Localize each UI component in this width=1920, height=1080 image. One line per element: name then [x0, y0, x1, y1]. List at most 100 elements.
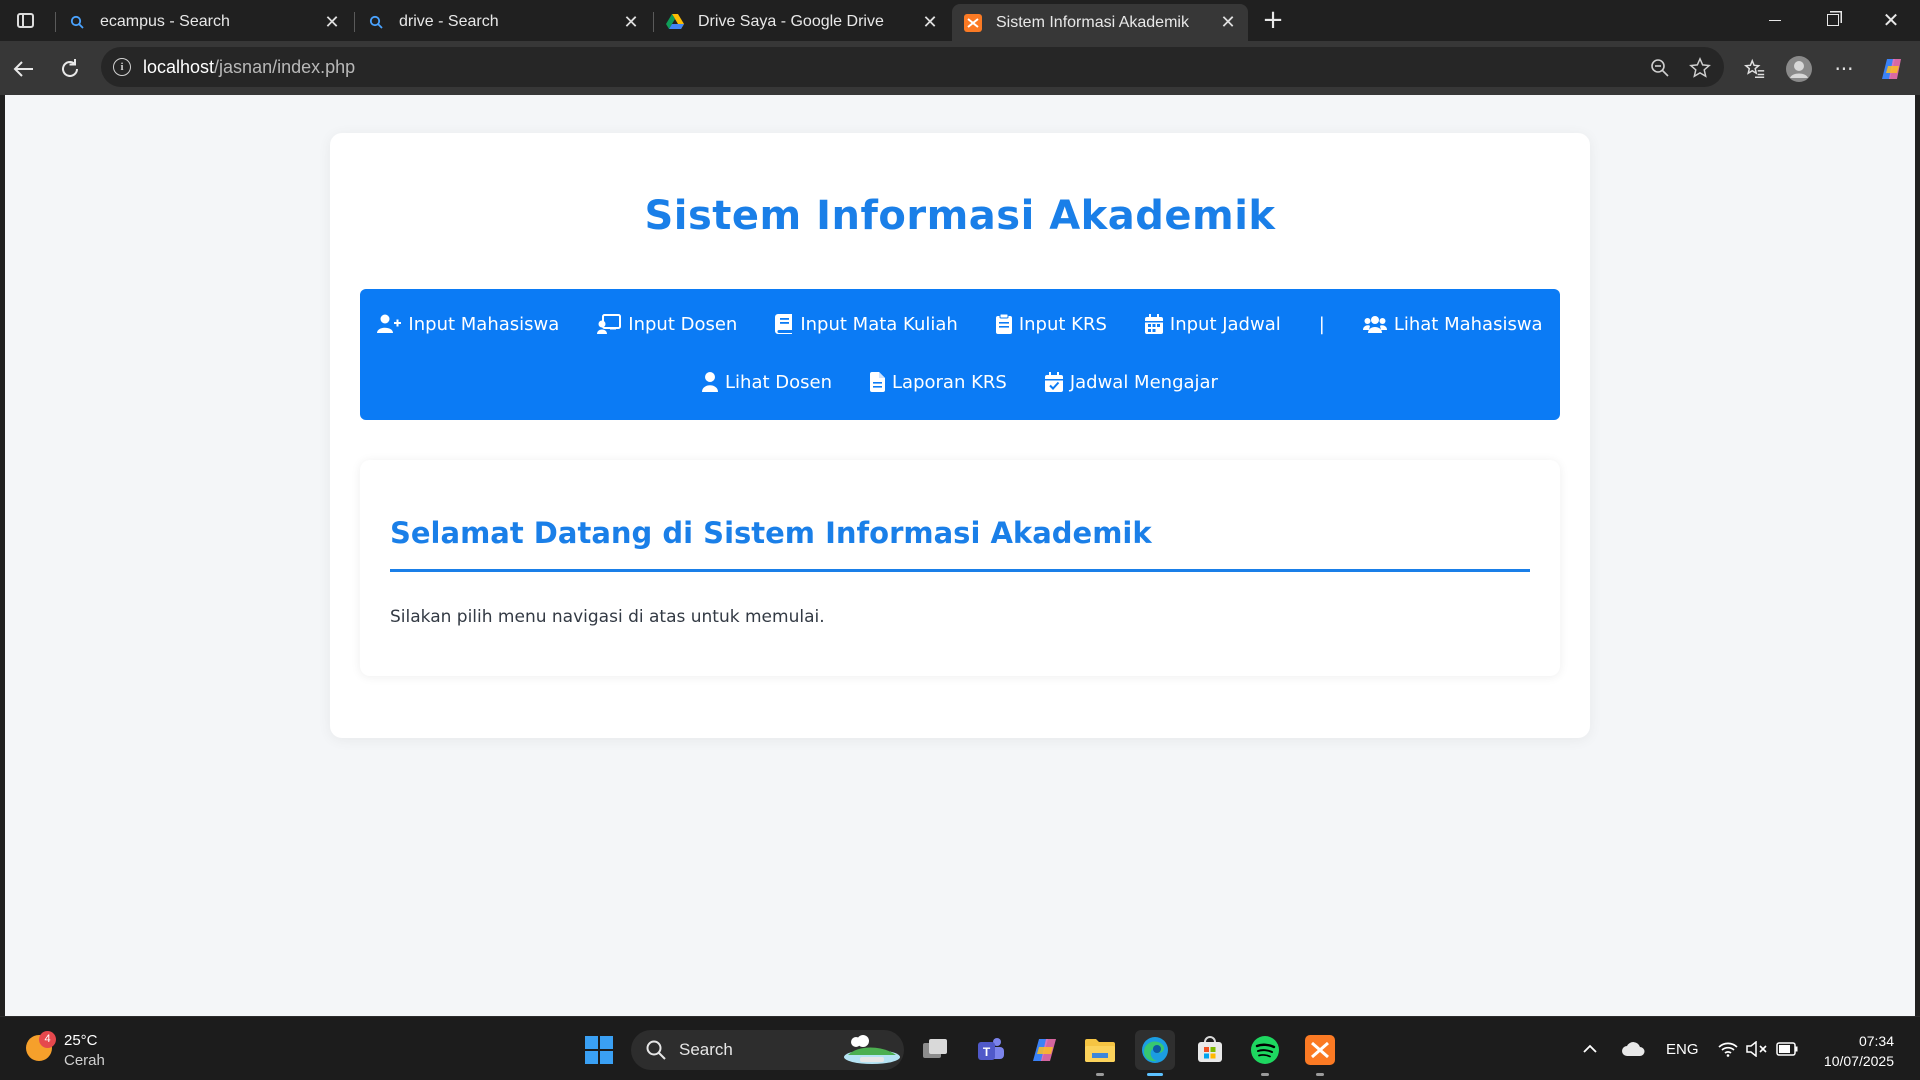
show-hidden-icons-button[interactable]	[1582, 1017, 1598, 1080]
windows-taskbar: 4 25°C Cerah Search T ENG 07:34 10/07/20…	[0, 1016, 1920, 1080]
user-icon	[702, 372, 719, 392]
browser-tab-strip: ecampus - Search ✕ drive - Search ✕ Driv…	[0, 0, 1920, 41]
copilot-button[interactable]	[1876, 53, 1908, 85]
onedrive-button[interactable]	[1621, 1017, 1645, 1080]
file-explorer-button[interactable]	[1080, 1030, 1120, 1076]
nav-lihat-mahasiswa[interactable]: Lihat Mahasiswa	[1362, 314, 1543, 335]
close-window-button[interactable]: ✕	[1862, 0, 1920, 40]
close-icon: ✕	[1882, 8, 1900, 32]
welcome-text: Silakan pilih menu navigasi di atas untu…	[390, 607, 825, 627]
back-button[interactable]	[8, 53, 40, 85]
search-icon	[646, 1040, 666, 1060]
calendar-check-icon	[1044, 372, 1063, 392]
language-indicator[interactable]: ENG	[1666, 1017, 1699, 1080]
sidebar-toggle-icon	[16, 12, 34, 28]
xampp-icon	[964, 13, 982, 32]
address-bar[interactable]: i localhost/jasnan/index.php	[101, 47, 1724, 87]
edge-browser-icon	[1142, 1037, 1168, 1063]
nav-input-mata-kuliah[interactable]: Input Mata Kuliah	[775, 313, 958, 335]
menu-row-2: Lihat Dosen Laporan KRS Jadwal Mengajar	[360, 367, 1560, 397]
copilot-taskbar-button[interactable]	[1025, 1030, 1065, 1070]
taskbar-search-box[interactable]: Search	[631, 1030, 904, 1070]
nav-laporan-krs[interactable]: Laporan KRS	[870, 372, 1007, 393]
copilot-icon	[1882, 59, 1901, 79]
edge-button[interactable]	[1135, 1030, 1175, 1076]
browser-tab-4-active[interactable]: Sistem Informasi Akademik ✕	[952, 4, 1248, 41]
nav-input-jadwal[interactable]: Input Jadwal	[1144, 314, 1281, 335]
nav-input-mahasiswa[interactable]: Input Mahasiswa	[377, 314, 559, 335]
teams-button[interactable]: T	[970, 1030, 1010, 1070]
favorites-button[interactable]	[1739, 53, 1771, 85]
close-tab-icon[interactable]: ✕	[619, 10, 643, 34]
tab-title: Sistem Informasi Akademik	[996, 13, 1189, 31]
close-tab-icon[interactable]: ✕	[918, 10, 942, 34]
close-tab-icon[interactable]: ✕	[320, 10, 344, 34]
spotify-icon	[1251, 1036, 1279, 1064]
notification-badge: 4	[39, 1031, 56, 1048]
site-info-icon[interactable]: i	[113, 58, 131, 76]
task-view-icon	[923, 1039, 947, 1058]
search-label: Search	[679, 1040, 733, 1059]
search-icon	[68, 13, 86, 31]
tab-title: Drive Saya - Google Drive	[698, 13, 884, 30]
nav-jadwal-mengajar[interactable]: Jadwal Mengajar	[1044, 371, 1218, 393]
running-indicator	[1261, 1073, 1269, 1076]
windows-logo-icon	[585, 1036, 613, 1064]
settings-more-button[interactable]: ···	[1828, 53, 1860, 85]
speaker-muted-icon	[1746, 1041, 1767, 1057]
browser-toolbar: i localhost/jasnan/index.php ···	[0, 41, 1920, 95]
nav-label: Laporan KRS	[892, 371, 1007, 393]
cloud-icon	[1622, 1042, 1645, 1056]
star-icon	[1689, 57, 1711, 78]
wifi-icon	[1718, 1042, 1738, 1057]
clock-time: 07:34	[1858, 1033, 1894, 1049]
xampp-button[interactable]	[1300, 1030, 1340, 1076]
start-button[interactable]	[579, 1030, 619, 1070]
folder-icon	[1085, 1039, 1115, 1062]
minimize-icon	[1769, 19, 1781, 21]
active-indicator	[1147, 1073, 1163, 1076]
url-path: /jasnan/index.php	[214, 56, 356, 77]
main-navigation: Input Mahasiswa Input Dosen Input Mata K…	[360, 289, 1560, 420]
heading-underline	[390, 569, 1530, 572]
nav-lihat-dosen[interactable]: Lihat Dosen	[702, 372, 832, 393]
microsoft-store-button[interactable]	[1190, 1030, 1230, 1070]
quick-settings-button[interactable]	[1718, 1017, 1798, 1080]
browser-tab-1[interactable]: ecampus - Search ✕	[56, 4, 352, 40]
nav-label: Input Mata Kuliah	[800, 313, 958, 335]
favorites-star-list-icon	[1744, 58, 1765, 78]
close-tab-icon[interactable]: ✕	[1216, 11, 1240, 35]
nav-input-dosen[interactable]: Input Dosen	[597, 314, 737, 335]
running-indicator	[1316, 1073, 1324, 1076]
nav-input-krs[interactable]: Input KRS	[995, 313, 1107, 335]
page-viewport: Sistem Informasi Akademik Input Mahasisw…	[5, 95, 1915, 1016]
restore-window-button[interactable]	[1804, 0, 1862, 40]
minimize-window-button[interactable]	[1746, 0, 1804, 40]
profile-button[interactable]	[1783, 53, 1815, 85]
spotify-button[interactable]	[1245, 1030, 1285, 1076]
refresh-button[interactable]	[54, 53, 86, 85]
browser-tab-2[interactable]: drive - Search ✕	[355, 4, 651, 40]
nav-label: Input KRS	[1018, 313, 1107, 335]
system-clock[interactable]: 07:34 10/07/2025	[1810, 1031, 1894, 1071]
book-icon	[775, 314, 793, 334]
favorite-button[interactable]	[1686, 54, 1714, 82]
refresh-icon	[62, 59, 78, 77]
restore-icon	[1827, 14, 1839, 26]
page-title: Sistem Informasi Akademik	[644, 193, 1276, 239]
tab-title: drive - Search	[399, 13, 499, 30]
url-text: localhost/jasnan/index.php	[143, 57, 355, 78]
nav-label: Input Mahasiswa	[408, 313, 560, 335]
zoom-button[interactable]	[1646, 54, 1674, 82]
new-tab-button[interactable]: +	[1258, 6, 1288, 36]
weather-widget[interactable]: 4 25°C Cerah	[24, 1029, 164, 1073]
task-view-button[interactable]	[915, 1030, 955, 1070]
tab-actions-menu-button[interactable]	[10, 6, 40, 34]
zoom-out-icon	[1651, 59, 1669, 77]
back-arrow-icon	[13, 61, 33, 77]
url-host: localhost	[143, 56, 215, 77]
browser-tab-3[interactable]: Drive Saya - Google Drive ✕	[654, 4, 950, 40]
nav-label: Jadwal Mengajar	[1069, 371, 1218, 393]
clipboard-icon	[995, 314, 1012, 334]
avatar-icon	[1786, 56, 1812, 82]
